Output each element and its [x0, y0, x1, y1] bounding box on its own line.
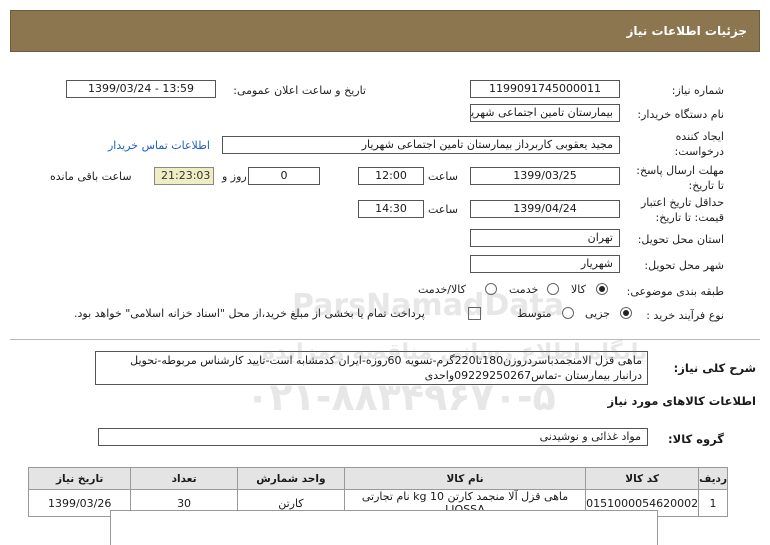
validity-hour-label: ساعت — [428, 203, 458, 216]
goods-section-title: اطلاعات کالاهای مورد نیاز — [607, 394, 756, 408]
province-field: تهران — [470, 229, 620, 247]
buyer-label: نام دستگاه خریدار: — [637, 108, 724, 121]
deadline-hour-label: ساعت — [428, 170, 458, 183]
process-radio-medium[interactable] — [562, 307, 574, 319]
city-field: شهریار — [470, 255, 620, 273]
buyer-contact-link[interactable]: اطلاعات تماس خریدار — [108, 139, 210, 152]
remaining-time-field: 21:23:03 — [154, 167, 214, 185]
divider — [10, 339, 760, 340]
validity-label-2: قیمت: تا تاریخ: — [655, 211, 724, 224]
cell-row: 1 — [698, 489, 728, 517]
process-label: نوع فرآیند خرید : — [646, 309, 724, 322]
buyer-field: بیمارستان تامین اجتماعی شهریار — [470, 104, 620, 122]
remaining-days-field: 0 — [248, 167, 320, 185]
validity-time-field: 14:30 — [358, 200, 424, 218]
goods-group-field: مواد غذائی و نوشیدنی — [98, 428, 648, 446]
goods-table-header: ردیف کد کالا نام کالا واحد شمارش تعداد ت… — [27, 467, 728, 490]
category-radio-service[interactable] — [547, 283, 559, 295]
col-header-name: نام کالا — [343, 467, 587, 490]
days-label: روز و — [222, 170, 247, 183]
deadline-date-field: 1399/03/25 — [470, 167, 620, 185]
creator-label-2: درخواست: — [674, 145, 724, 158]
description-field: ماهی قزل الامنجمدباسردروزن180تا220گرم-تس… — [95, 351, 648, 385]
goods-group-label: گروه کالا: — [668, 432, 724, 446]
need-number-field: 1199091745000011 — [470, 80, 620, 98]
process-radio-minor[interactable] — [620, 307, 632, 319]
page-title: جزئیات اطلاعات نیاز — [626, 24, 747, 38]
need-number-label: شماره نیاز: — [671, 84, 724, 97]
category-option-service: خدمت — [509, 283, 539, 296]
col-header-qty: تعداد — [130, 467, 238, 490]
province-label: استان محل تحویل: — [637, 233, 724, 246]
treasury-payment-note: پرداخت تمام یا بخشی از مبلغ خرید،از محل … — [74, 307, 425, 320]
category-option-both: کالا/خدمت — [418, 283, 466, 296]
creator-label-1: ایجاد کننده — [675, 130, 724, 143]
category-label: طبقه بندی موضوعی: — [626, 285, 724, 298]
announce-date-field: 1399/03/24 - 13:59 — [66, 80, 216, 98]
deadline-time-field: 12:00 — [358, 167, 424, 185]
col-header-unit: واحد شمارش — [236, 467, 345, 490]
category-radio-both[interactable] — [485, 283, 497, 295]
validity-date-field: 1399/04/24 — [470, 200, 620, 218]
deadline-label-2: تا تاریخ: — [688, 179, 724, 192]
creator-field: مجید یعقوبی کاربرداز بیمارستان تامین اجت… — [222, 136, 620, 154]
category-radio-goods[interactable] — [596, 283, 608, 295]
process-option-medium: متوسط — [517, 307, 552, 320]
announce-date-label: تاریخ و ساعت اعلان عمومی: — [233, 84, 366, 97]
treasury-payment-checkbox[interactable] — [468, 307, 481, 320]
description-label: شرح کلی نیاز: — [673, 361, 756, 375]
col-header-date: تاریخ نیاز — [27, 467, 132, 490]
city-label: شهر محل تحویل: — [644, 259, 724, 272]
col-header-row: ردیف — [698, 467, 728, 490]
category-option-goods: کالا — [571, 283, 586, 296]
validity-label-1: حداقل تاریخ اعتبار — [640, 196, 724, 209]
page-header: جزئیات اطلاعات نیاز — [10, 10, 760, 52]
process-option-minor: جزیی — [585, 307, 611, 320]
attachments-box — [110, 510, 658, 545]
deadline-label-1: مهلت ارسال پاسخ: — [636, 164, 724, 177]
remaining-label: ساعت باقی مانده — [50, 170, 132, 183]
col-header-code: کد کالا — [585, 467, 700, 490]
